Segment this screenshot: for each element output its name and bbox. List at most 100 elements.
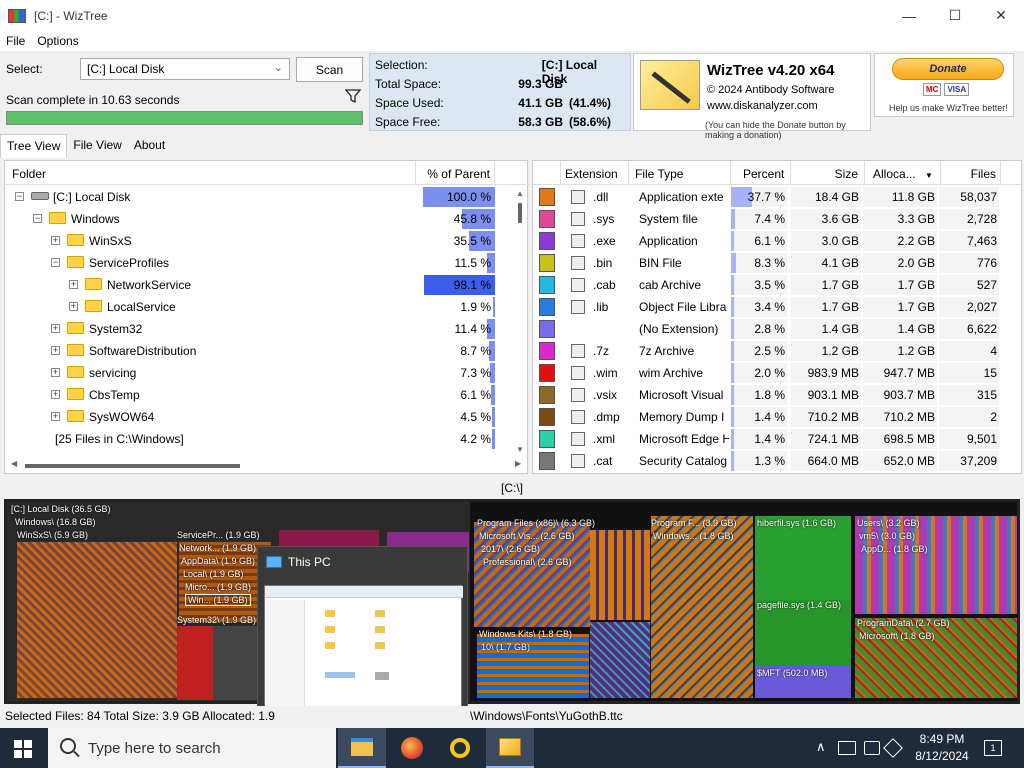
menu-file[interactable]: File <box>0 34 31 48</box>
expand-icon[interactable]: + <box>51 236 60 245</box>
file-type-row[interactable]: .vsix Microsoft Visual 1.8 % 903.1 MB 903.7 … <box>533 384 1023 406</box>
folder-column-header[interactable]: Folder <box>12 167 46 181</box>
volume-muted-icon[interactable] <box>864 741 880 755</box>
scrollbar-thumb[interactable] <box>25 464 240 468</box>
logo-website[interactable]: www.diskanalyzer.com <box>707 100 818 112</box>
disk-treemap[interactable]: [C:] Local Disk (36.5 GB) Windows\ (16.8… <box>4 499 1020 704</box>
file-explorer-icon <box>351 738 373 756</box>
tab-tree-view[interactable]: Tree View <box>0 134 68 158</box>
size-cell: 4.1 GB <box>821 256 859 270</box>
maximize-button[interactable]: ☐ <box>932 0 978 31</box>
filter-icon[interactable] <box>345 88 361 104</box>
file-type-row[interactable]: .cat Security Catalog 1.3 % 664.0 MB 652.0 M… <box>533 450 1023 472</box>
files-column-header[interactable]: Files <box>941 161 1001 185</box>
drive-select[interactable]: [C:] Local Disk ⌄ <box>80 58 290 80</box>
treemap-programdata-block[interactable] <box>855 618 1017 698</box>
menu-options[interactable]: Options <box>31 34 84 48</box>
tree-horizontal-scrollbar[interactable]: ◀ ▶ <box>5 459 529 473</box>
file-type-row[interactable]: .exe Application 6.1 % 3.0 GB 2.2 GB 7,463 <box>533 230 1023 252</box>
percent-column-header[interactable]: Percent <box>731 161 791 185</box>
file-type-row[interactable]: .7z 7z Archive 2.5 % 1.2 GB 1.2 GB 4 <box>533 340 1023 362</box>
allocated-column-header[interactable]: Alloca... ▼ <box>865 161 941 185</box>
percent-bar <box>731 451 734 471</box>
file-type-row[interactable]: .wim wim Archive 2.0 % 983.9 MB 947.7 MB 15 <box>533 362 1023 384</box>
close-button[interactable]: ✕ <box>978 0 1024 31</box>
file-type-icon <box>571 190 585 204</box>
expand-icon[interactable]: + <box>51 324 60 333</box>
files-cell: 2 <box>990 410 997 424</box>
tree-row[interactable]: + WinSxS 35.5 % <box>5 230 511 252</box>
windows-start-icon[interactable] <box>14 740 32 758</box>
tree-row[interactable]: + LocalService 1.9 % <box>5 296 511 318</box>
minimize-button[interactable]: — <box>886 0 932 31</box>
file-type-row[interactable]: .dmp Memory Dump I 1.4 % 710.2 MB 710.2 MB 2 <box>533 406 1023 428</box>
file-type-row[interactable]: .bin BIN File 8.3 % 4.1 GB 2.0 GB 776 <box>533 252 1023 274</box>
files-cell: 315 <box>976 388 997 402</box>
file-type-row[interactable]: .dll Application exte 37.7 % 18.4 GB 11.8 GB… <box>533 186 1023 208</box>
taskbar-file-explorer[interactable] <box>338 728 386 768</box>
scroll-left-arrow-icon[interactable]: ◀ <box>11 459 17 468</box>
scroll-up-arrow-icon[interactable]: ▲ <box>516 189 524 198</box>
tree-row[interactable]: + SysWOW64 4.5 % <box>5 406 511 428</box>
scan-button[interactable]: Scan <box>296 57 363 82</box>
expand-icon[interactable]: + <box>51 390 60 399</box>
collapse-icon[interactable]: − <box>15 192 24 201</box>
collapse-icon[interactable]: − <box>51 258 60 267</box>
tree-vertical-scrollbar[interactable]: ▲ ▼ <box>513 185 527 457</box>
treemap-hiberfil-block[interactable] <box>755 516 851 600</box>
file-type-column-header[interactable]: File Type <box>629 161 731 185</box>
expand-icon[interactable]: + <box>51 346 60 355</box>
status-bar: Selected Files: 84 Total Size: 3.9 GB Al… <box>0 706 1024 728</box>
taskbar-wiztree[interactable] <box>486 728 534 768</box>
expand-icon[interactable]: + <box>51 368 60 377</box>
this-pc-thumbnail[interactable]: This PC <box>257 546 468 726</box>
extension-column-header[interactable]: Extension <box>561 161 629 185</box>
treemap-purple-block[interactable] <box>279 530 379 546</box>
expand-icon[interactable]: + <box>51 412 60 421</box>
file-type-row[interactable]: (No Extension) 2.8 % 1.4 GB 1.4 GB 6,622 <box>533 318 1023 340</box>
collapse-icon[interactable]: − <box>33 214 42 223</box>
donate-button[interactable]: Donate <box>892 58 1004 80</box>
tree-row[interactable]: − Windows 45.8 % <box>5 208 511 230</box>
scrollbar-thumb[interactable] <box>518 203 522 223</box>
size-column-header[interactable]: Size <box>791 161 865 185</box>
expand-icon[interactable]: + <box>69 302 78 311</box>
tab-file-view[interactable]: File View <box>67 134 127 158</box>
file-type-row[interactable]: .sys System file 7.4 % 3.6 GB 3.3 GB 2,728 <box>533 208 1023 230</box>
notification-icon[interactable]: 1 <box>984 740 1002 756</box>
tree-row[interactable]: − ServiceProfiles 11.5 % <box>5 252 511 274</box>
percent-text: 7.4 % <box>754 212 785 226</box>
file-type-row[interactable]: .lib Object File Libra 3.4 % 1.7 GB 1.7 GB 2,… <box>533 296 1023 318</box>
network-icon[interactable] <box>838 741 856 755</box>
scroll-down-arrow-icon[interactable]: ▼ <box>516 445 524 454</box>
tree-row[interactable]: + System32 11.4 % <box>5 318 511 340</box>
expand-icon[interactable]: + <box>69 280 78 289</box>
taskbar-app-ring[interactable] <box>436 728 484 768</box>
tree-header: Folder % of Parent <box>5 161 529 185</box>
tree-row[interactable]: [25 Files in C:\Windows] 4.2 % <box>5 428 511 450</box>
tree-row[interactable]: − [C:] Local Disk 100.0 % <box>5 186 511 208</box>
treemap-system32-block[interactable] <box>177 626 267 700</box>
tab-about[interactable]: About <box>128 134 171 158</box>
treemap-program-files-block[interactable] <box>651 516 753 698</box>
tray-overflow-chevron-icon[interactable]: ∧ <box>816 739 826 755</box>
file-type-row[interactable]: .cab cab Archive 3.5 % 1.7 GB 1.7 GB 527 <box>533 274 1023 296</box>
wiztree-logo-panel[interactable]: WizTree v4.20 x64 © 2024 Antibody Softwa… <box>633 53 871 140</box>
tree-row[interactable]: + CbsTemp 6.1 % <box>5 384 511 406</box>
percent-text: 8.3 % <box>754 256 785 270</box>
treemap-block-b[interactable] <box>590 622 650 698</box>
pen-icon[interactable] <box>883 738 903 758</box>
tree-row[interactable]: + NetworkService 98.1 % <box>5 274 511 296</box>
tree-row[interactable]: + SoftwareDistribution 8.7 % <box>5 340 511 362</box>
donate-note: Help us make WizTree better! <box>889 103 1008 113</box>
treemap-winsxs-block[interactable] <box>17 542 177 698</box>
taskbar-search-box[interactable]: Type here to search <box>48 728 336 768</box>
tree-row[interactable]: + servicing 7.3 % <box>5 362 511 384</box>
tree-row-name: CbsTemp <box>89 388 140 402</box>
taskbar-clock[interactable]: 8:49 PM 8/12/2024 <box>906 731 978 765</box>
file-type-row[interactable]: .xml Microsoft Edge H 1.4 % 724.1 MB 698.5 M… <box>533 428 1023 450</box>
treemap-block-a[interactable] <box>590 530 650 620</box>
taskbar-firefox[interactable] <box>388 728 436 768</box>
scroll-right-arrow-icon[interactable]: ▶ <box>515 459 521 468</box>
percent-of-parent-column-header[interactable]: % of Parent <box>415 161 495 185</box>
